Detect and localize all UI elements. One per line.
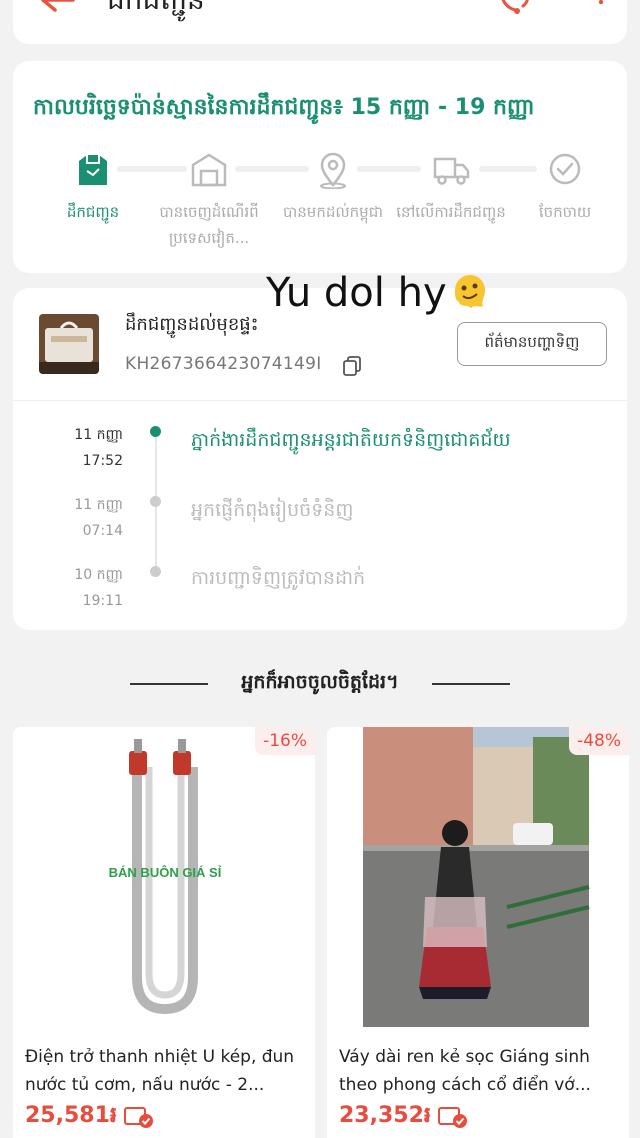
shipping-progress-card: កាលបរិច្ឆេទប៉ាន់ស្មាននៃការដឹកជញ្ជូន៖ 15 … <box>13 61 627 273</box>
delivery-type-title: ដឹកជញ្ជូនដល់មុខផ្ទះ <box>125 314 259 335</box>
timeline-dot <box>150 426 161 437</box>
step-delivered: ចែកចាយ <box>509 151 621 225</box>
warehouse-icon <box>191 153 227 187</box>
step-label: បានមកដល់កម្ពុជា <box>283 203 383 221</box>
step-arrived: បានមកដល់កម្ពុជា <box>277 151 389 225</box>
product-name[interactable]: Váy dài ren kẻ sọc Giáng sinh theo phong… <box>339 1043 619 1099</box>
heading-rule <box>432 683 510 685</box>
location-pin-icon <box>320 152 346 189</box>
discount-badge: -16% <box>255 727 315 755</box>
product-image-caption: BÁN BUÔN GIÁ SỈ <box>109 865 222 880</box>
event-text: ភ្នាក់ងារដឹកជញ្ជូនអន្តរជាតិយកទំនិញជោគជ័យ <box>191 429 511 451</box>
product-price: 23,352៛ <box>339 1103 431 1128</box>
product-price: 25,581៛ <box>25 1103 117 1128</box>
event-date: 11 កញ្ញា <box>74 497 123 513</box>
event-time: 17:52 <box>82 453 123 469</box>
product-image[interactable] <box>327 727 629 1027</box>
product-image[interactable]: BÁN BUÔN GIÁ SỈ <box>13 727 315 1027</box>
recommendations-heading: អ្នកក៏អាចចូលចិត្តដែរ។ <box>241 671 399 693</box>
back-arrow-icon[interactable] <box>37 0 77 14</box>
page-title: ដឹកជញ្ជូន <box>107 0 205 23</box>
product-card[interactable]: -48% Váy dài ren kẻ sọc Giáng sinh theo … <box>327 727 629 1138</box>
purchase-issue-button[interactable]: ព័ត៌មានបញ្ហាទិញ <box>457 322 607 366</box>
event-text: អ្នកផ្ញើកំពុងរៀបចំទំនិញ <box>191 499 354 521</box>
product-card[interactable]: BÁN BUÔN GIÁ SỈ -16% Điện trở thanh nhiệ… <box>13 727 315 1138</box>
discount-badge: -48% <box>569 727 629 755</box>
step-label: ដឹកជញ្ជូន <box>66 203 120 221</box>
timeline-dot <box>150 496 161 507</box>
step-in-transit: នៅលើការដឹកជញ្ជូន <box>395 151 507 225</box>
event-date: 10 កញ្ញា <box>74 567 123 583</box>
package-icon <box>79 155 107 185</box>
timeline-dot <box>150 566 161 577</box>
product-thumbnail[interactable] <box>39 314 99 374</box>
estimated-delivery-date: កាលបរិច្ឆេទប៉ាន់ស្មាននៃការដឹកជញ្ជូន៖ 15 … <box>33 95 535 120</box>
voucher-icon <box>124 1107 153 1128</box>
step-label: នៅលើការដឹកជញ្ជូន <box>396 203 506 221</box>
step-label: ចែកចាយ <box>538 203 592 221</box>
step-label: បានចេញដំណើរពី ប្រទេសវៀត... <box>159 203 259 247</box>
divider <box>13 400 627 401</box>
check-circle-icon <box>549 153 581 185</box>
truck-icon <box>433 157 470 185</box>
overlay-text: Yu dol hy <box>266 270 447 316</box>
event-date: 11 កញ្ញា <box>74 427 123 443</box>
step-departed: បានចេញដំណើរពី ប្រទេសវៀត... <box>153 151 265 251</box>
tracking-card: ដឹកជញ្ជូនដល់មុខផ្ទះ KH267366423074149I ព… <box>13 288 627 630</box>
shipping-steps: ដឹកជញ្ជូន បានចេញដំណើរពី ប្រទេសវៀត... បាន… <box>13 151 627 271</box>
copy-icon[interactable] <box>343 356 361 376</box>
top-bar: ដឹកជញ្ជូន <box>13 0 627 44</box>
step-shipping: ដឹកជញ្ជូន <box>37 151 149 225</box>
event-time: 07:14 <box>82 523 123 539</box>
product-name[interactable]: Điện trở thanh nhiệt U kép, đun nước tủ … <box>25 1043 305 1099</box>
tracking-number: KH267366423074149I <box>125 354 322 374</box>
help-icon[interactable] <box>581 0 621 18</box>
customer-support-icon[interactable] <box>493 0 537 20</box>
event-text: ការបញ្ជាទិញត្រូវបានដាក់ <box>191 567 366 589</box>
overlay-caption: Yu dol hy <box>266 270 491 316</box>
event-time: 19:11 <box>82 593 123 609</box>
voucher-icon <box>438 1107 467 1128</box>
melting-face-emoji-icon <box>454 275 485 308</box>
